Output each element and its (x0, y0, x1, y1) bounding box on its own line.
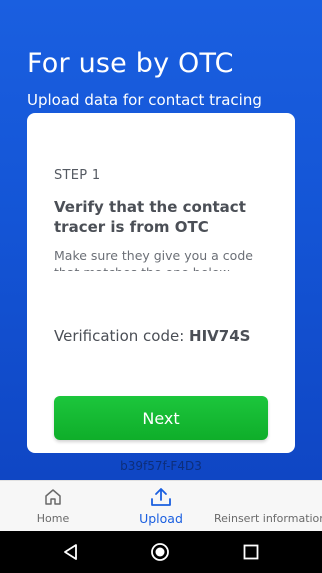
step-heading: Verify that the contact tracer is from O… (54, 198, 246, 236)
back-icon[interactable] (61, 542, 81, 562)
step-description: Make sure they give you a code that matc… (54, 248, 253, 271)
recents-icon[interactable] (241, 542, 261, 562)
tab-upload-label: Upload (139, 511, 183, 526)
system-navigation-bar (0, 531, 322, 573)
step-label: STEP 1 (54, 168, 101, 183)
page-title: For use by OTC (27, 48, 234, 79)
tab-upload[interactable]: Upload (126, 481, 196, 532)
device-hash: b39f57f-F4D3 (120, 459, 202, 473)
home-circle-icon[interactable] (150, 542, 170, 562)
tab-reinsert-information[interactable]: Reinsert information (214, 481, 322, 532)
verification-code-row: Verification code: HIV74S (54, 327, 250, 345)
home-icon (44, 488, 62, 510)
tab-reinsert-label: Reinsert information (214, 512, 322, 525)
page-subtitle: Upload data for contact tracing (27, 91, 262, 109)
next-button[interactable]: Next (54, 396, 268, 440)
verification-code-label: Verification code: (54, 327, 190, 345)
verification-card: STEP 1 Verify that the contact tracer is… (27, 113, 295, 453)
verification-code-value: HIV74S (189, 327, 251, 345)
tab-home-label: Home (36, 512, 70, 525)
step-description-container: Make sure they give you a code that matc… (54, 247, 269, 271)
bottom-tab-bar: Home Upload Reinsert information (0, 480, 322, 531)
upload-screen: For use by OTC Upload data for contact t… (0, 0, 322, 480)
tab-home[interactable]: Home (18, 481, 88, 532)
upload-icon (150, 486, 172, 512)
